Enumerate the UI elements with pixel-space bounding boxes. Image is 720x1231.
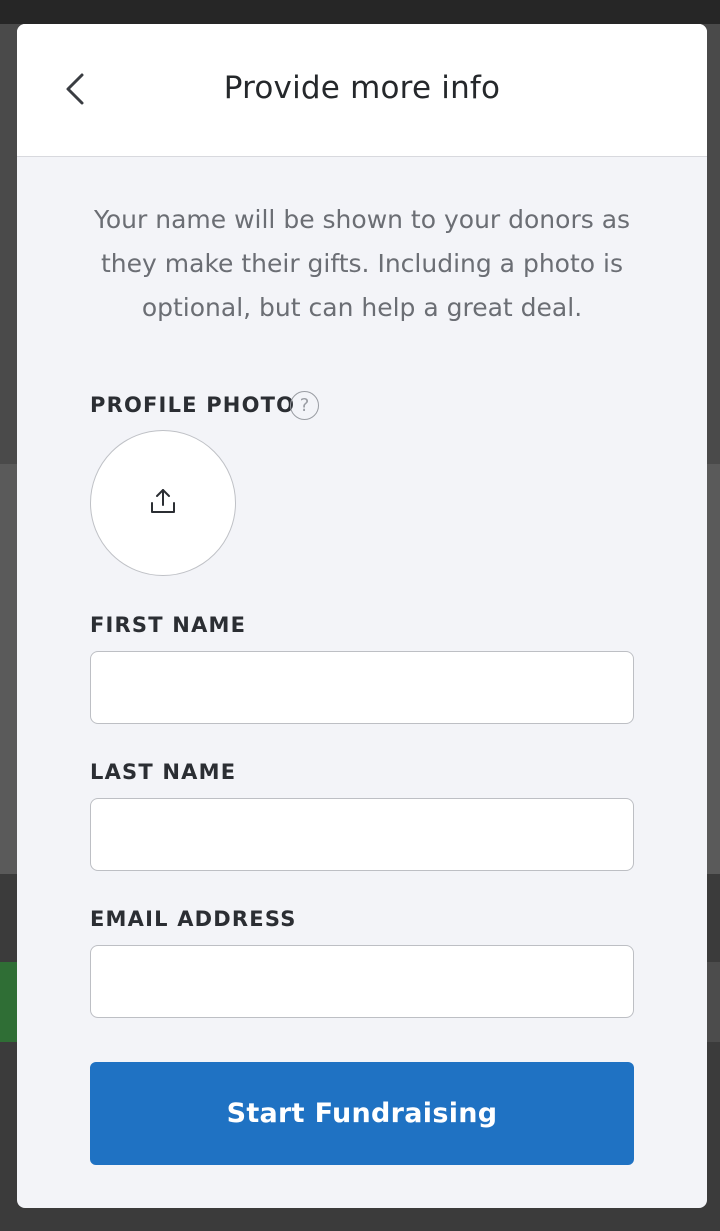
intro-line: optional, but can help a great deal. [141, 293, 583, 322]
intro-text: Your name will be shown to your donors a… [77, 198, 647, 330]
modal-title: Provide more info [223, 70, 501, 106]
upload-icon [148, 486, 178, 520]
first-name-label: FIRST NAME [90, 613, 247, 637]
modal-header: Provide more info [17, 24, 707, 157]
backdrop-status-bar [0, 0, 720, 24]
intro-line: Your name will be shown to your donors a… [93, 205, 631, 234]
help-icon[interactable]: ? [290, 391, 319, 420]
first-name-input[interactable] [90, 651, 634, 724]
last-name-input[interactable] [90, 798, 634, 871]
profile-photo-label: PROFILE PHOTO [90, 393, 296, 417]
intro-line: they make their gifts. Including a photo… [101, 249, 623, 278]
email-address-label: EMAIL ADDRESS [90, 907, 297, 931]
last-name-label: LAST NAME [90, 760, 237, 784]
profile-photo-upload-button[interactable] [90, 430, 236, 576]
email-address-input[interactable] [90, 945, 634, 1018]
provide-info-modal: Provide more info Your name will be show… [17, 24, 707, 1208]
start-fundraising-button[interactable]: Start Fundraising [90, 1062, 634, 1165]
